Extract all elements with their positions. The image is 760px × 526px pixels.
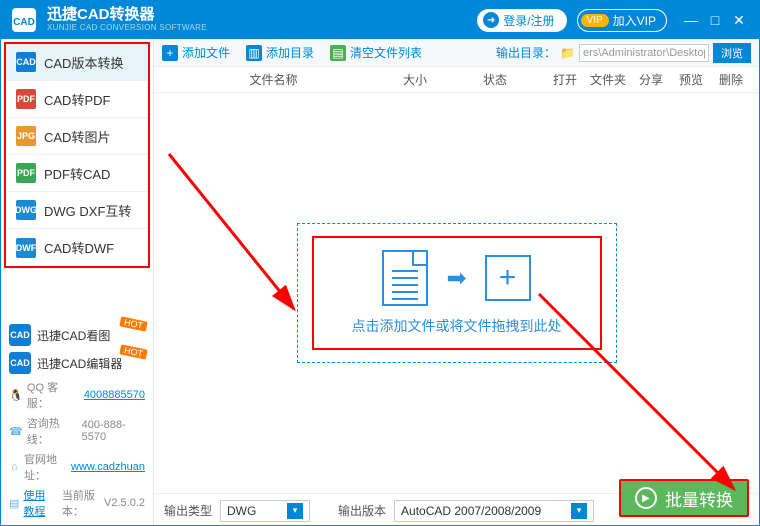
sidebar: CAD CAD版本转换 PDF CAD转PDF JPG CAD转图片 PDF P… — [1, 39, 154, 526]
extra-cad-editor[interactable]: CAD 迅捷CAD编辑器 HOT — [9, 349, 145, 377]
nav-cad-to-image[interactable]: JPG CAD转图片 — [6, 118, 148, 155]
app-subtitle: XUNJIE CAD CONVERSION SOFTWARE — [47, 24, 207, 33]
add-file-button[interactable]: + 添加文件 — [162, 44, 230, 61]
contact-qq: 🐧 QQ 客服： 4008885570 — [9, 377, 145, 413]
nav-list: CAD CAD版本转换 PDF CAD转PDF JPG CAD转图片 PDF P… — [4, 42, 150, 268]
sidebar-extras: CAD 迅捷CAD看图 HOT CAD 迅捷CAD编辑器 HOT 🐧 QQ 客服… — [1, 321, 153, 526]
output-dir-input[interactable] — [579, 44, 709, 62]
extra-label: 迅捷CAD编辑器 — [37, 355, 122, 372]
login-label: 登录/注册 — [503, 12, 554, 29]
cad-editor-icon: CAD — [9, 352, 31, 374]
login-arrow-icon: ➜ — [483, 12, 499, 28]
maximize-button[interactable]: □ — [703, 8, 727, 32]
table-header: 文件名称 大小 状态 打开 文件夹 分享 预览 删除 — [154, 67, 759, 93]
dwf-icon: DWF — [16, 238, 36, 258]
output-type-label: 输出类型 — [164, 502, 212, 519]
batch-convert-button[interactable]: ▶ 批量转换 — [619, 479, 749, 517]
extra-label: 迅捷CAD看图 — [37, 327, 110, 344]
jpg-icon: JPG — [16, 126, 36, 146]
svg-text:CAD: CAD — [13, 17, 35, 28]
contact-phone: ☎ 咨询热线： 400-888-5570 — [9, 413, 145, 449]
drop-text: 点击添加文件或将文件拖拽到此处 — [352, 316, 562, 336]
folder-icon: 📁 — [560, 46, 575, 60]
th-status: 状态 — [445, 71, 545, 88]
output-type-select[interactable]: DWG ▾ — [220, 500, 310, 522]
clear-list-button[interactable]: ▤ 清空文件列表 — [330, 44, 422, 61]
nav-label: CAD版本转换 — [44, 53, 123, 72]
tutorial-link[interactable]: 使用教程 — [23, 487, 54, 519]
nav-cad-to-pdf[interactable]: PDF CAD转PDF — [6, 81, 148, 118]
nav-label: CAD转PDF — [44, 90, 110, 109]
nav-label: CAD转DWF — [44, 238, 114, 257]
app-title: 迅捷CAD转换器 — [47, 7, 207, 24]
nav-label: CAD转图片 — [44, 127, 110, 146]
contact-version: ▤ 使用教程 当前版本： V2.5.0.2 — [9, 485, 145, 521]
th-delete: 删除 — [711, 71, 751, 88]
th-size: 大小 — [385, 71, 445, 88]
output-dir-label: 输出目录： — [496, 44, 556, 61]
nav-dwg-dxf-convert[interactable]: DWG DWG DXF互转 — [6, 192, 148, 229]
th-folder: 文件夹 — [585, 71, 631, 88]
close-button[interactable]: ✕ — [727, 8, 751, 32]
phone-icon: ☎ — [9, 424, 23, 438]
th-preview: 预览 — [671, 71, 711, 88]
chevron-down-icon: ▾ — [287, 503, 303, 519]
cad-viewer-icon: CAD — [9, 324, 31, 346]
vip-label: 加入VIP — [613, 12, 656, 29]
dwg-icon: DWG — [16, 200, 36, 220]
plus-box-icon: + — [485, 255, 531, 301]
titlebar: CAD 迅捷CAD转换器 XUNJIE CAD CONVERSION SOFTW… — [1, 1, 759, 39]
join-vip-button[interactable]: VIP 加入VIP — [577, 9, 667, 32]
th-filename: 文件名称 — [162, 71, 385, 88]
nav-cad-to-dwf[interactable]: DWF CAD转DWF — [6, 229, 148, 266]
cad-icon: CAD — [16, 52, 36, 72]
pdf-icon: PDF — [16, 89, 36, 109]
play-icon: ▶ — [635, 487, 657, 509]
nav-label: PDF转CAD — [44, 164, 110, 183]
clear-icon: ▤ — [330, 45, 346, 61]
document-icon — [382, 250, 428, 306]
nav-label: DWG DXF互转 — [44, 201, 131, 220]
plus-icon: + — [162, 45, 178, 61]
output-version-label: 输出版本 — [338, 502, 386, 519]
th-open: 打开 — [545, 71, 585, 88]
login-register-button[interactable]: ➜ 登录/注册 — [477, 9, 566, 32]
th-share: 分享 — [631, 71, 671, 88]
vip-badge: VIP — [581, 14, 609, 27]
qq-link[interactable]: 4008885570 — [84, 389, 145, 401]
site-link[interactable]: www.cadzhuan — [71, 461, 145, 473]
drop-icons: ➡ + — [382, 250, 530, 306]
arrow-right-icon: ➡ — [446, 264, 466, 293]
main-panel: + 添加文件 ▥ 添加目录 ▤ 清空文件列表 输出目录： 📁 浏览 — [154, 39, 759, 526]
app-logo-icon: CAD — [9, 5, 39, 35]
contact-site: ⌂ 官网地址： www.cadzhuan — [9, 449, 145, 485]
add-folder-button[interactable]: ▥ 添加目录 — [246, 44, 314, 61]
folder-plus-icon: ▥ — [246, 45, 262, 61]
pdf-green-icon: PDF — [16, 163, 36, 183]
book-icon: ▤ — [9, 496, 19, 510]
minimize-button[interactable]: — — [679, 8, 703, 32]
toolbar: + 添加文件 ▥ 添加目录 ▤ 清空文件列表 输出目录： 📁 浏览 — [154, 39, 759, 67]
nav-cad-version-convert[interactable]: CAD CAD版本转换 — [6, 44, 148, 81]
drop-zone[interactable]: ➡ + 点击添加文件或将文件拖拽到此处 — [297, 223, 617, 363]
nav-pdf-to-cad[interactable]: PDF PDF转CAD — [6, 155, 148, 192]
chevron-down-icon: ▾ — [571, 503, 587, 519]
browse-button[interactable]: 浏览 — [713, 43, 751, 63]
home-icon: ⌂ — [9, 460, 20, 474]
output-version-select[interactable]: AutoCAD 2007/2008/2009 ▾ — [394, 500, 594, 522]
qq-icon: 🐧 — [9, 388, 23, 402]
